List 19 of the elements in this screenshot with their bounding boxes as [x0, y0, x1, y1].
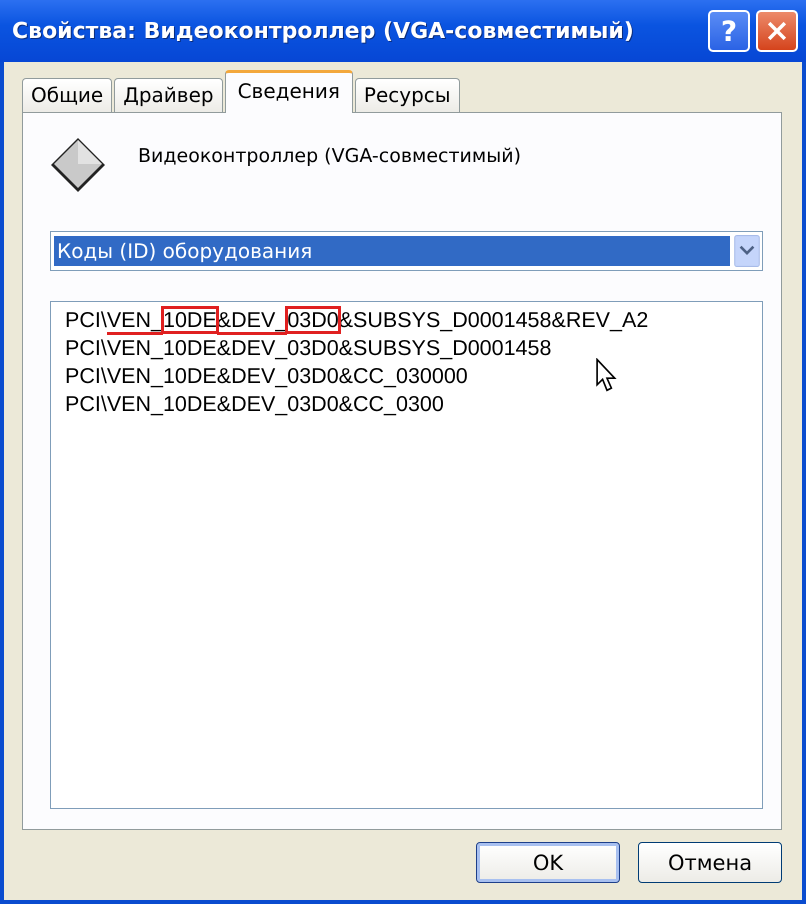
tab[interactable]: Драйвер [114, 78, 223, 112]
close-icon[interactable] [766, 20, 788, 42]
list-item[interactable]: PCI\VEN_10DE&DEV_03D0&CC_0300 [65, 390, 444, 418]
chevron-down-icon[interactable] [734, 235, 760, 267]
property-dropdown[interactable]: Коды (ID) оборудования [50, 231, 763, 271]
device-name: Видеоконтроллер (VGA-совместимый) [138, 145, 522, 167]
tab[interactable]: Сведения [224, 70, 353, 113]
tab[interactable]: Ресурсы [354, 78, 460, 112]
list-item[interactable]: PCI\VEN_10DE&DEV_03D0&SUBSYS_D0001458 [65, 334, 552, 362]
close-button[interactable] [756, 10, 798, 52]
mouse-cursor-icon [596, 358, 618, 394]
value-list[interactable]: PCI\VEN_10DE&DEV_03D0&SUBSYS_D0001458&REV_A2 PCI\VEN_10DE&DEV_03D0&SUBSYS_D0001458 PCI\VEN_10DE&DEV_03D0&CC_030000 PCI\VEN_10DE&DEV_03D0&CC_0300 [50, 301, 763, 809]
help-button[interactable]: ? [708, 10, 750, 52]
window-title: Свойства: Видеоконтроллер (VGA-совместимый) [12, 18, 634, 44]
list-item[interactable]: PCI\VEN_10DE&DEV_03D0&CC_030000 [65, 362, 468, 390]
list-item[interactable]: PCI\VEN_10DE&DEV_03D0&SUBSYS_D0001458&REV_A2 [65, 306, 648, 334]
ok-button[interactable]: OK [476, 842, 620, 883]
tab[interactable]: Общие [22, 78, 112, 112]
cancel-button[interactable]: Отмена [638, 842, 782, 883]
